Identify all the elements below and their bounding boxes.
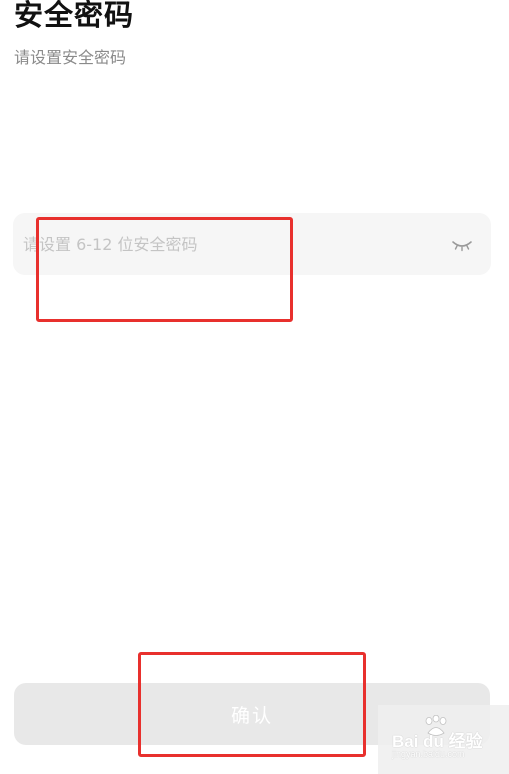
- page-subtitle: 请设置安全密码: [14, 48, 127, 67]
- page-title: 安全密码: [14, 0, 135, 32]
- watermark-subtext: jingyan.baidu.com: [392, 749, 465, 759]
- eye-closed-icon[interactable]: [449, 233, 475, 255]
- watermark: Bai du 经验 jingyan.baidu.com: [378, 705, 509, 774]
- password-input[interactable]: [23, 213, 443, 275]
- password-field[interactable]: [13, 213, 491, 275]
